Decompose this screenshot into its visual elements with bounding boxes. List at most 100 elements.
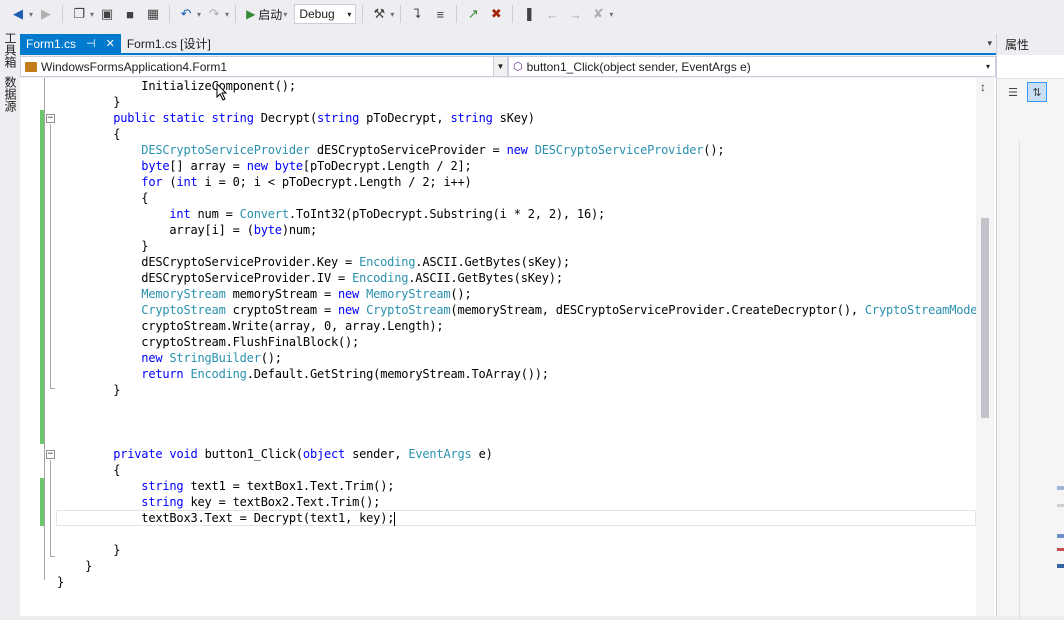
tab-form1-cs[interactable]: Form1.cs ⊣ ✕	[20, 34, 121, 53]
format-icon[interactable]: ≡	[430, 4, 450, 24]
toolbox-tab[interactable]: 工具箱	[0, 28, 21, 72]
member-dropdown[interactable]: ⬡ button1_Click(object sender, EventArgs…	[508, 56, 996, 77]
code-line[interactable]: new StringBuilder();	[57, 350, 984, 366]
code-line[interactable]: dESCryptoServiceProvider.IV = Encoding.A…	[57, 270, 984, 286]
code-line[interactable]: cryptoStream.Write(array, 0, array.Lengt…	[57, 318, 984, 334]
undo-icon[interactable]: ↶	[176, 4, 196, 24]
code-line[interactable]: }	[57, 542, 984, 558]
properties-mark	[1057, 564, 1064, 568]
code-line[interactable]: int num = Convert.ToInt32(pToDecrypt.Sub…	[57, 206, 984, 222]
alphabetical-icon[interactable]: ⇅	[1027, 82, 1047, 102]
code-line[interactable]	[57, 526, 984, 542]
code-line[interactable]	[57, 414, 984, 430]
forward-icon[interactable]: ▶	[36, 4, 56, 24]
next-bookmark-icon[interactable]: →	[565, 4, 585, 24]
properties-mark	[1057, 504, 1064, 507]
uncomment-icon[interactable]: ✖	[486, 4, 506, 24]
prev-bookmark-icon[interactable]: ←	[542, 4, 562, 24]
collapse-icon[interactable]: −	[46, 114, 55, 123]
code-line[interactable]: private void button1_Click(object sender…	[57, 446, 984, 462]
code-line[interactable]: InitializeComponent();	[57, 78, 984, 94]
comment-icon[interactable]: ↗	[463, 4, 483, 24]
editor-scrollbar[interactable]: ↕	[976, 78, 994, 616]
code-line[interactable]: {	[57, 190, 984, 206]
start-button[interactable]: ▶ 启动 ▾	[242, 4, 291, 24]
pin-icon[interactable]: ⊣	[86, 37, 96, 50]
bookmark-icon[interactable]: ❚	[519, 4, 539, 24]
code-line[interactable]: }	[57, 94, 984, 110]
fold-guide	[50, 460, 51, 556]
start-dropdown-icon[interactable]: ▾	[283, 10, 287, 19]
code-line[interactable]: dESCryptoServiceProvider.Key = Encoding.…	[57, 254, 984, 270]
save-icon[interactable]: ■	[120, 4, 140, 24]
code-line[interactable]: CryptoStream cryptoStream = new CryptoSt…	[57, 302, 984, 318]
redo-dropdown-icon[interactable]: ▾	[225, 10, 229, 19]
code-line[interactable]: }	[57, 558, 984, 574]
code-line[interactable]: public static string Decrypt(string pToD…	[57, 110, 984, 126]
toolbar-separator	[235, 5, 237, 23]
code-line[interactable]: byte[] array = new byte[pToDecrypt.Lengt…	[57, 158, 984, 174]
code-line[interactable]: }	[57, 382, 984, 398]
properties-object-select[interactable]	[997, 55, 1064, 79]
left-tool-strip: 工具箱 数据源	[0, 28, 20, 616]
code-line[interactable]: MemoryStream memoryStream = new MemorySt…	[57, 286, 984, 302]
toolbar-overflow-icon[interactable]: ▾	[609, 10, 613, 19]
code-line[interactable]: string key = textBox2.Text.Trim();	[57, 494, 984, 510]
method-icon: ⬡	[513, 61, 523, 73]
back-icon[interactable]: ◀	[8, 4, 28, 24]
new-project-dropdown-icon[interactable]: ▾	[90, 10, 94, 19]
properties-mark	[1057, 534, 1064, 538]
tab-overflow-icon[interactable]: ▾	[987, 34, 996, 53]
code-line[interactable]: for (int i = 0; i < pToDecrypt.Length / …	[57, 174, 984, 190]
fold-guide	[44, 78, 45, 580]
attach-dropdown-icon[interactable]: ▾	[390, 10, 394, 19]
new-project-icon[interactable]: ❐	[69, 4, 89, 24]
config-value: Debug	[299, 7, 335, 21]
redo-icon[interactable]: ↷	[204, 4, 224, 24]
code-line[interactable]: }	[57, 574, 984, 590]
code-line[interactable]: {	[57, 462, 984, 478]
code-line[interactable]: textBox3.Text = Decrypt(text1, key);	[57, 510, 984, 526]
collapse-icon[interactable]: −	[46, 450, 55, 459]
start-label: 启动	[258, 7, 283, 22]
code-line[interactable]	[57, 398, 984, 414]
code-line[interactable]: {	[57, 126, 984, 142]
main-toolbar: ◀ ▾ ▶ ❐ ▾ ▣ ■ ▦ ↶ ▾ ↷ ▾ ▶ 启动 ▾ Debug ▾ ⚒…	[0, 0, 1064, 28]
back-dropdown-icon[interactable]: ▾	[29, 10, 33, 19]
solution-config-select[interactable]: Debug ▾	[294, 4, 357, 24]
categorized-icon[interactable]: ☰	[1003, 82, 1023, 102]
properties-panel: 属性 ☰ ⇅	[996, 34, 1064, 620]
code-line[interactable]	[57, 430, 984, 446]
scrollbar-thumb[interactable]	[981, 218, 989, 418]
step-into-icon[interactable]: ⮧	[407, 4, 427, 24]
text-caret	[394, 511, 396, 526]
toolbar-separator	[456, 5, 458, 23]
code-line[interactable]: DESCryptoServiceProvider dESCryptoServic…	[57, 142, 984, 158]
open-icon[interactable]: ▣	[97, 4, 117, 24]
mouse-pointer-icon	[216, 83, 228, 101]
toolbar-separator	[400, 5, 402, 23]
class-dropdown[interactable]: WindowsFormsApplication4.Form1 ▼	[20, 56, 508, 77]
code-line[interactable]: array[i] = (byte)num;	[57, 222, 984, 238]
clear-bookmarks-icon[interactable]: ✘	[588, 4, 608, 24]
document-tabs: Form1.cs ⊣ ✕ Form1.cs [设计] ▾	[20, 34, 996, 55]
class-value: WindowsFormsApplication4.Form1	[41, 59, 228, 74]
code-line[interactable]: return Encoding.Default.GetString(memory…	[57, 366, 984, 382]
code-editor[interactable]: − − InitializeComponent(); } public stat…	[20, 78, 996, 616]
code-text[interactable]: InitializeComponent(); } public static s…	[57, 78, 985, 590]
code-line[interactable]: }	[57, 238, 984, 254]
split-icon[interactable]: ↕	[980, 80, 986, 94]
toolbar-separator	[62, 5, 64, 23]
attach-icon[interactable]: ⚒	[369, 4, 389, 24]
datasource-tab[interactable]: 数据源	[0, 72, 21, 116]
undo-dropdown-icon[interactable]: ▾	[197, 10, 201, 19]
close-icon[interactable]: ✕	[106, 37, 115, 50]
toolbar-separator	[512, 5, 514, 23]
navigation-bar: WindowsFormsApplication4.Form1 ▼ ⬡ butto…	[20, 56, 996, 77]
save-all-icon[interactable]: ▦	[143, 4, 163, 24]
class-icon	[25, 61, 37, 72]
code-line[interactable]: cryptoStream.FlushFinalBlock();	[57, 334, 984, 350]
tab-form1-design[interactable]: Form1.cs [设计]	[121, 34, 217, 53]
member-value: button1_Click(object sender, EventArgs e…	[526, 59, 751, 74]
code-line[interactable]: string text1 = textBox1.Text.Trim();	[57, 478, 984, 494]
